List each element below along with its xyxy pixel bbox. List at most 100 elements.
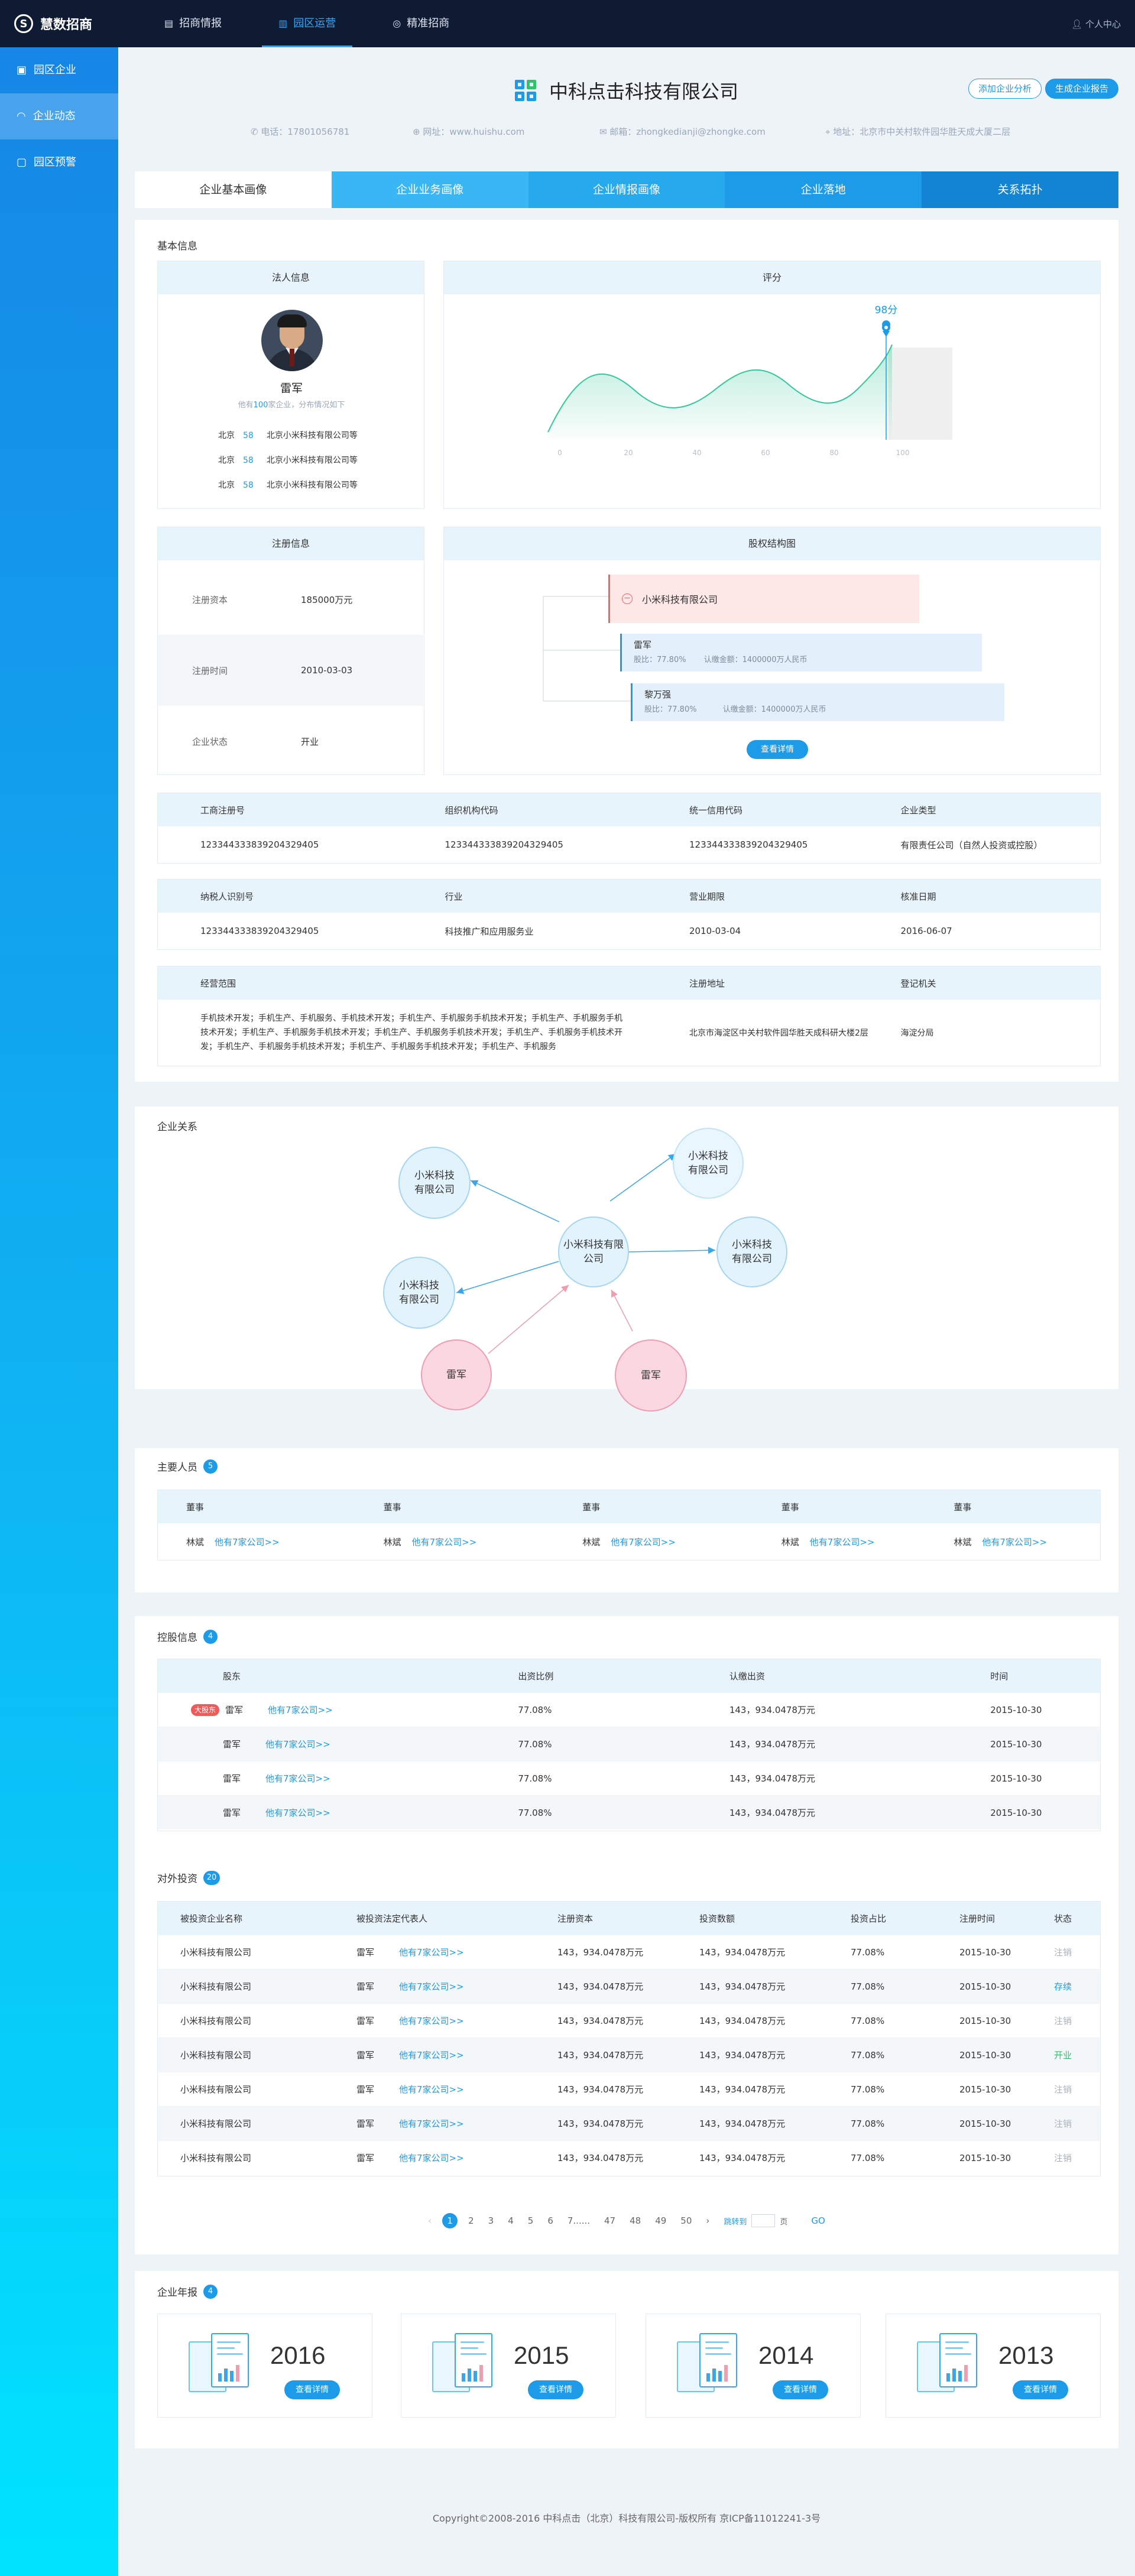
view-report-button[interactable]: 查看详情 <box>528 2380 583 2399</box>
company-count[interactable]: 58 <box>243 456 254 465</box>
share-ratio: 77.08% <box>518 1807 552 1818</box>
nav-item-intel[interactable]: ▤ 招商情报 <box>148 0 238 47</box>
shareholder-companies-link[interactable]: 他有7家公司>> <box>265 1773 330 1784</box>
email-text: 邮箱：zhongkedianji@zhongke.com <box>609 126 766 137</box>
alert-icon: ▢ <box>17 156 27 168</box>
sidebar-item-park-alerts[interactable]: ▢ 园区预警 <box>0 139 118 186</box>
shareholder-companies-link[interactable]: 他有7家公司>> <box>265 1739 330 1750</box>
contact-phone: ✆ 电话：17801056781 <box>251 125 349 138</box>
person-companies-link[interactable]: 他有7家公司>> <box>982 1537 1047 1547</box>
page-number[interactable]: 6 <box>547 2215 553 2226</box>
legal-rep-companies-link[interactable]: 他有7家公司>> <box>399 2153 464 2163</box>
shareholder-companies-link[interactable]: 他有7家公司>> <box>268 1704 333 1716</box>
minus-icon[interactable]: − <box>622 593 633 604</box>
relation-node-person[interactable]: 雷军 <box>421 1339 492 1410</box>
person-name[interactable]: 雷军 <box>158 379 425 395</box>
shareholder-companies-link[interactable]: 他有7家公司>> <box>265 1808 330 1818</box>
view-report-button[interactable]: 查看详情 <box>773 2380 828 2399</box>
page-number[interactable]: 1 <box>442 2213 458 2228</box>
page-number[interactable]: 49 <box>655 2215 666 2226</box>
view-report-button[interactable]: 查看详情 <box>1013 2380 1068 2399</box>
next-page-icon[interactable]: › <box>706 2215 709 2226</box>
invested-company[interactable]: 小米科技有限公司 <box>158 2014 356 2027</box>
report-year: 2014 <box>758 2341 814 2369</box>
page-jump-input[interactable] <box>751 2214 776 2227</box>
page-number[interactable]: 47 <box>604 2215 615 2226</box>
invested-company[interactable]: 小米科技有限公司 <box>158 2049 356 2061</box>
legal-rep-companies-link[interactable]: 他有7家公司>> <box>399 2118 464 2129</box>
user-center[interactable]: 👤︎ 个人中心 <box>1071 18 1121 30</box>
invested-company[interactable]: 小米科技有限公司 <box>158 1980 356 1993</box>
contact-email[interactable]: ✉ 邮箱：zhongkedianji@zhongke.com <box>599 125 766 138</box>
mail-icon: ✉ <box>599 126 610 137</box>
equity-child-node[interactable]: 黎万强 股比：77.80% 认缴金额：1400000万人民币 <box>631 683 1004 721</box>
generate-report-button[interactable]: 生成企业报告 <box>1045 79 1118 99</box>
investment-amount: 143，934.0478万元 <box>699 1981 786 1992</box>
table-header: 被投资企业名称 被投资法定代表人 注册资本 投资数额 投资占比 注册时间 状态 <box>158 1902 1100 1935</box>
company-logo-icon <box>514 80 536 101</box>
equity-root-node[interactable]: − 小米科技有限公司 <box>608 575 919 623</box>
sidebar-item-park-companies[interactable]: ▣ 园区企业 <box>0 47 118 93</box>
sidebar-item-company-news[interactable]: ◠ 企业动态 <box>0 93 118 139</box>
invested-company[interactable]: 小米科技有限公司 <box>158 2083 356 2095</box>
company-header: 中科点击科技有限公司 添加企业分析 生成企业报告 ✆ 电话：1780105678… <box>135 47 1118 171</box>
invested-company[interactable]: 小米科技有限公司 <box>158 2152 356 2164</box>
contact-website[interactable]: ⊕ 网址：www.huishu.com <box>413 125 524 138</box>
relation-node[interactable]: 小米科技有限公司 <box>673 1128 744 1199</box>
legal-rep-companies-link[interactable]: 他有7家公司>> <box>399 2084 464 2095</box>
tab-basic[interactable]: 企业基本画像 <box>135 171 332 208</box>
tab-business[interactable]: 企业业务画像 <box>331 171 528 208</box>
equity-detail-button[interactable]: 查看详情 <box>747 740 808 759</box>
page-number[interactable]: 5 <box>528 2215 534 2226</box>
company-count[interactable]: 58 <box>243 431 254 440</box>
nav-item-precise[interactable]: ◎ 精准招商 <box>376 0 466 47</box>
page-number[interactable]: 48 <box>630 2215 641 2226</box>
prev-page-icon[interactable]: ‹ <box>428 2215 432 2226</box>
legal-rep-companies-link[interactable]: 他有7家公司>> <box>399 1947 464 1958</box>
section-title: 主要人员 5 <box>157 1459 218 1474</box>
registered-capital: 143，934.0478万元 <box>557 2118 644 2129</box>
invested-company[interactable]: 小米科技有限公司 <box>158 2117 356 2130</box>
page-number[interactable]: 50 <box>680 2215 692 2226</box>
tab-topology[interactable]: 关系拓扑 <box>922 171 1118 208</box>
tab-intelligence[interactable]: 企业情报画像 <box>528 171 725 208</box>
equity-ratio: 股比：77.80% <box>634 656 686 664</box>
person-companies-link[interactable]: 他有7家公司>> <box>215 1537 280 1547</box>
person-companies-link[interactable]: 他有7家公司>> <box>412 1537 477 1547</box>
relation-node[interactable]: 小米科技有限公司 <box>383 1257 455 1329</box>
connector <box>543 650 632 702</box>
relation-node[interactable]: 小米科技有限公司 <box>398 1147 471 1219</box>
investment-ratio: 77.08% <box>851 1981 885 1992</box>
person-companies-link[interactable]: 他有7家公司>> <box>611 1537 676 1547</box>
legal-rep-companies-link[interactable]: 他有7家公司>> <box>399 1981 464 1992</box>
people-role: 董事 <box>781 1501 799 1513</box>
page-number[interactable]: 3 <box>488 2215 494 2226</box>
company-count[interactable]: 58 <box>243 481 254 490</box>
grid-body: 手机技术开发；手机生产、手机服务、手机技术开发；手机生产、手机服务手机技术开发；… <box>158 1000 1100 1066</box>
legal-rep-companies-link[interactable]: 他有7家公司>> <box>399 2016 464 2026</box>
shareholders-card: 控股信息 4 股东 出资比例 认缴出资 时间 大股东 雷军 他有7家公司>> 77.0… <box>135 1616 1118 1863</box>
investment-ratio: 77.08% <box>851 2049 885 2061</box>
logo[interactable]: S 慧数招商 <box>14 14 92 33</box>
relation-node-center[interactable]: 小米科技有限公司 <box>558 1216 629 1287</box>
share-date: 2015-10-30 <box>990 1807 1042 1818</box>
page-number[interactable]: 7...... <box>568 2215 590 2226</box>
registration-authority: 海淀分局 <box>900 1029 934 1038</box>
add-analysis-button[interactable]: 添加企业分析 <box>968 79 1042 99</box>
share-date: 2015-10-30 <box>990 1704 1042 1715</box>
report-document-icon <box>677 2333 740 2398</box>
equity-child-node[interactable]: 雷军 股比：77.80% 认缴金额：1400000万人民币 <box>620 634 982 671</box>
invested-company[interactable]: 小米科技有限公司 <box>158 1946 356 1958</box>
relation-node[interactable]: 小米科技有限公司 <box>716 1216 787 1287</box>
go-button[interactable]: GO <box>811 2215 825 2226</box>
legal-rep-companies-link[interactable]: 他有7家公司>> <box>399 2050 464 2061</box>
tab-landing[interactable]: 企业落地 <box>725 171 922 208</box>
nav-item-operation[interactable]: ▥ 园区运营 <box>262 0 353 47</box>
page-number[interactable]: 4 <box>508 2215 514 2226</box>
view-report-button[interactable]: 查看详情 <box>284 2380 340 2399</box>
investment-amount: 143，934.0478万元 <box>699 2153 786 2163</box>
page-number[interactable]: 2 <box>468 2215 474 2226</box>
column-header: 出资比例 <box>518 1670 554 1682</box>
person-companies-link[interactable]: 他有7家公司>> <box>810 1537 875 1547</box>
relation-node-person[interactable]: 雷军 <box>615 1339 687 1412</box>
